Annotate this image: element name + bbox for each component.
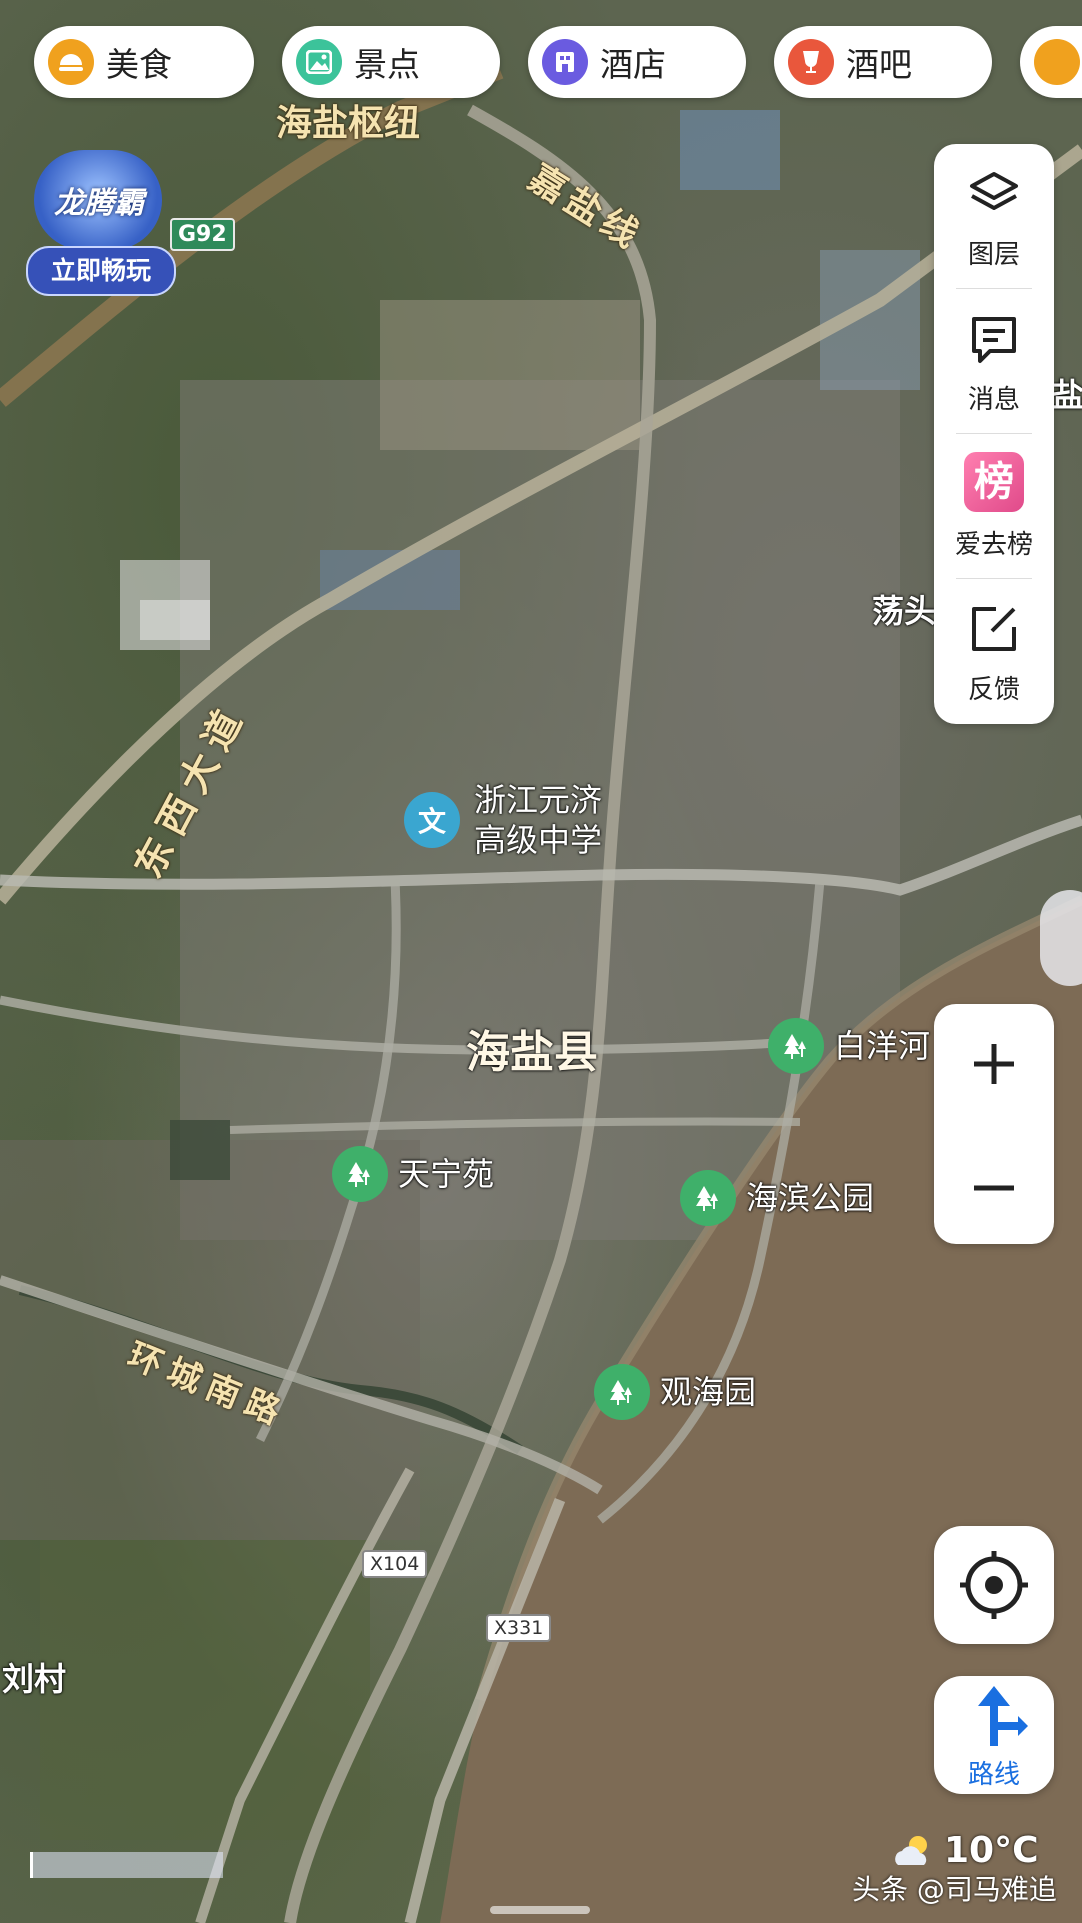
crosshair-icon (960, 1551, 1028, 1619)
school-icon: 文 (404, 792, 460, 848)
park-icon (594, 1364, 650, 1420)
place-label-liucun: 刘村 (2, 1660, 67, 1698)
home-indicator[interactable] (490, 1906, 590, 1914)
layers-button[interactable]: 图层 (934, 144, 1054, 289)
ranking-icon: 榜 (964, 452, 1024, 512)
hub-label: 海盐枢纽 (276, 103, 421, 144)
layers-label: 图层 (967, 240, 1020, 270)
feedback-icon (972, 607, 1016, 651)
category-label: 景点 (354, 45, 420, 84)
category-bar-button[interactable]: 酒吧 (774, 26, 992, 98)
poi-school[interactable]: 文 浙江元济 高级中学 (404, 780, 602, 860)
messages-button[interactable]: 消息 (934, 289, 1054, 434)
play-now-button[interactable]: 立即畅玩 (26, 246, 176, 296)
messages-label: 消息 (967, 385, 1020, 415)
more-category-icon (1034, 39, 1080, 85)
zoom-out-button[interactable] (934, 1124, 1054, 1244)
zoom-controls (934, 1004, 1054, 1244)
satellite-map[interactable]: 美食 景点 酒店 酒吧 龙腾霸 立即畅玩 海盐枢纽 嘉盐线 东西大道 环城南路 … (0, 0, 1082, 1923)
temperature: 10°C (944, 1830, 1039, 1871)
plus-icon (974, 1044, 1014, 1084)
place-label-dangtou: 荡头 (872, 592, 937, 630)
park-icon (680, 1170, 736, 1226)
route-button[interactable]: 路线 (934, 1676, 1054, 1794)
poi-haibin-park[interactable]: 海滨公园 (680, 1170, 874, 1226)
weather-widget: 10°C (890, 1830, 1039, 1871)
highway-shield-g92: G92 (170, 218, 235, 251)
route-label: 路线 (967, 1760, 1020, 1790)
ranking-label: 爱去榜 (954, 530, 1033, 560)
feedback-button[interactable]: 反馈 (934, 579, 1054, 724)
bar-icon (788, 39, 834, 85)
poi-name-line2: 高级中学 (474, 821, 603, 859)
county-label: 海盐县 (466, 1027, 598, 1078)
poi-name: 观海园 (660, 1373, 757, 1411)
scale-bar (30, 1852, 223, 1878)
ranking-button[interactable]: 榜 爱去榜 (934, 434, 1054, 579)
category-label: 酒吧 (846, 45, 912, 84)
food-icon (48, 39, 94, 85)
poi-tianning-yuan[interactable]: 天宁苑 (332, 1146, 494, 1202)
map-toolbar: 图层 消息 榜 爱去榜 反馈 (934, 144, 1054, 724)
scenic-icon (296, 39, 342, 85)
poi-name: 浙江元济 (474, 781, 603, 819)
poi-baiyang-river[interactable]: 白洋河 (768, 1018, 930, 1074)
layers-icon (970, 172, 1018, 210)
partly-cloudy-icon (895, 1835, 927, 1865)
zoom-in-button[interactable] (934, 1004, 1054, 1124)
park-icon (332, 1146, 388, 1202)
feedback-label: 反馈 (967, 675, 1020, 705)
poi-guanhai-yuan[interactable]: 观海园 (594, 1364, 756, 1420)
route-arrow-icon (978, 1686, 1028, 1746)
road-shield-x104: X104 (362, 1550, 428, 1578)
message-icon (972, 317, 1016, 363)
place-label-edge: 盐民 (1052, 376, 1082, 414)
category-label: 美食 (106, 45, 172, 84)
poi-name: 天宁苑 (398, 1155, 495, 1193)
category-scenic-button[interactable]: 景点 (282, 26, 500, 98)
hotel-icon (542, 39, 588, 85)
road-shield-x331: X331 (486, 1614, 552, 1642)
poi-name: 海滨公园 (746, 1179, 875, 1217)
minus-icon (974, 1185, 1014, 1191)
partial-control-button[interactable] (1040, 890, 1082, 986)
locate-me-button[interactable] (934, 1526, 1054, 1644)
promo-game-banner[interactable]: 龙腾霸 立即畅玩 (26, 150, 176, 296)
category-food-button[interactable]: 美食 (34, 26, 254, 98)
poi-name: 白洋河 (834, 1027, 931, 1065)
game-logo-text: 龙腾霸 (54, 186, 144, 221)
category-label: 酒店 (600, 45, 666, 84)
category-more-button[interactable] (1020, 26, 1082, 98)
park-icon (768, 1018, 824, 1074)
watermark: 头条 @司马难追 (852, 1873, 1057, 1906)
category-hotel-button[interactable]: 酒店 (528, 26, 746, 98)
